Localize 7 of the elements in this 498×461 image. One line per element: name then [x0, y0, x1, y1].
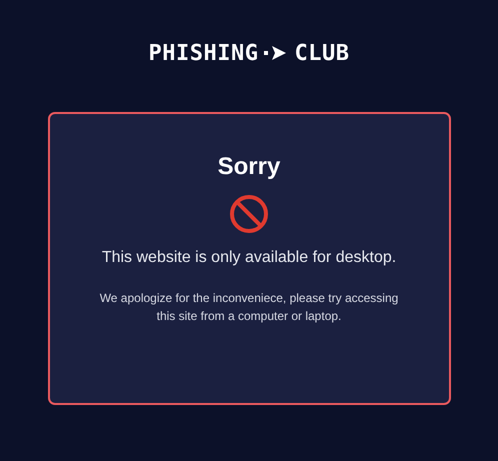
prohibited-icon [229, 194, 269, 234]
logo-text: CLUB [294, 40, 350, 66]
logo-text: PHISHING [148, 40, 258, 66]
title: Sorry [218, 152, 280, 182]
arrow-icon [264, 45, 288, 61]
detail-text: We apologize for the inconveniece, please try accessing this site from a computer or laptop. [98, 290, 400, 325]
message: This website is only available for desktop. [102, 249, 396, 267]
